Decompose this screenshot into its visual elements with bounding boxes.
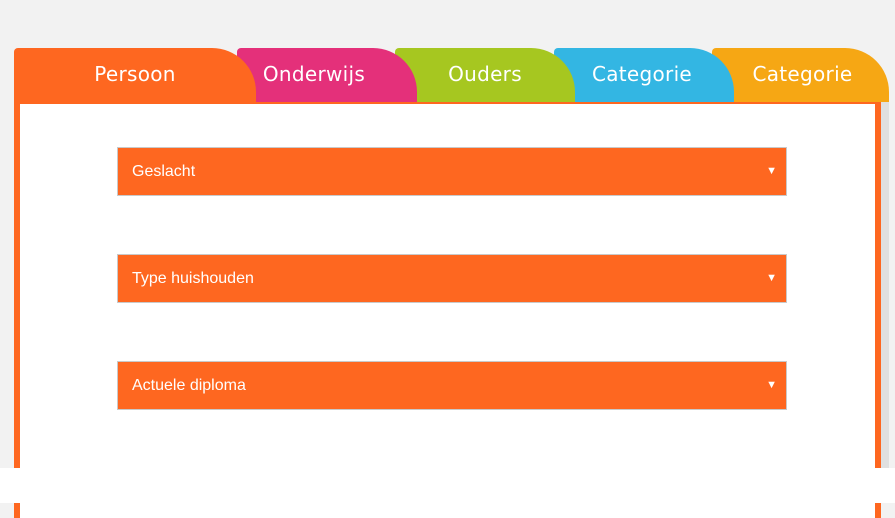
actuele-diploma-select[interactable]: Actuele diploma ▼	[117, 361, 787, 410]
tab-label: Onderwijs	[262, 62, 366, 86]
tab-persoon[interactable]: Persoon	[14, 48, 256, 102]
tab-ouders[interactable]: Ouders	[395, 48, 575, 102]
persoon-panel: Geslacht ▼ Type huishouden ▼ Actuele dip…	[14, 98, 881, 518]
type-huishouden-select[interactable]: Type huishouden ▼	[117, 254, 787, 303]
dropdown-arrow-icon: ▼	[766, 379, 777, 391]
select-value: Type huishouden	[132, 270, 254, 287]
tab-categorie-1[interactable]: Categorie	[554, 48, 734, 102]
select-value: Actuele diploma	[132, 377, 246, 394]
tab-categorie-2[interactable]: Categorie	[712, 48, 889, 102]
tab-label: Persoon	[94, 62, 176, 86]
tab-bar: Categorie Categorie Ouders Onderwijs Per…	[14, 48, 895, 102]
tab-label: Ouders	[448, 62, 522, 86]
panel-shadow	[881, 98, 889, 468]
tab-label: Categorie	[752, 62, 853, 86]
tab-onderwijs[interactable]: Onderwijs	[237, 48, 417, 102]
dropdown-arrow-icon: ▼	[766, 165, 777, 177]
select-value: Geslacht	[132, 163, 196, 180]
geslacht-select[interactable]: Geslacht ▼	[117, 147, 787, 196]
dropdown-arrow-icon: ▼	[766, 272, 777, 284]
page-bottom-area	[0, 468, 895, 503]
tab-label: Categorie	[591, 62, 693, 86]
